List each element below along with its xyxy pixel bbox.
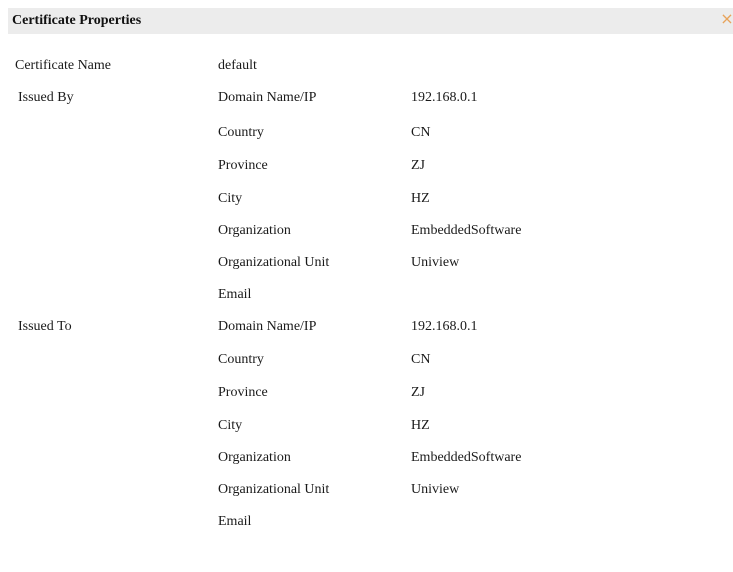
certificate-properties-dialog: Certificate Properties × Certificate Nam… xyxy=(0,0,733,572)
issued-by-city-label: City xyxy=(218,191,243,206)
issued-to-organization-label: Organization xyxy=(218,450,291,465)
issued-by-organization-value: EmbeddedSoftware xyxy=(411,223,522,238)
issued-to-org-unit-label: Organizational Unit xyxy=(218,482,330,497)
issued-to-domain-value: 192.168.0.1 xyxy=(411,319,478,334)
dialog-title: Certificate Properties xyxy=(12,13,142,28)
issued-by-label: Issued By xyxy=(18,90,74,105)
issued-to-country-value: CN xyxy=(411,352,431,367)
issued-to-email-label: Email xyxy=(218,514,252,529)
issued-by-country-label: Country xyxy=(218,125,264,140)
issued-by-country-value: CN xyxy=(411,125,431,140)
issued-to-label: Issued To xyxy=(18,319,72,334)
certificate-name-value: default xyxy=(218,58,257,73)
close-icon[interactable]: × xyxy=(719,10,733,28)
issued-by-email-label: Email xyxy=(218,287,252,302)
issued-by-domain-value: 192.168.0.1 xyxy=(411,90,478,105)
issued-by-province-value: ZJ xyxy=(411,158,425,173)
issued-by-domain-label: Domain Name/IP xyxy=(218,90,317,105)
issued-to-city-label: City xyxy=(218,418,243,433)
issued-by-org-unit-label: Organizational Unit xyxy=(218,255,330,270)
issued-by-organization-label: Organization xyxy=(218,223,291,238)
issued-by-org-unit-value: Uniview xyxy=(411,255,460,270)
issued-by-city-value: HZ xyxy=(411,191,430,206)
issued-to-organization-value: EmbeddedSoftware xyxy=(411,450,522,465)
issued-to-city-value: HZ xyxy=(411,418,430,433)
issued-to-domain-label: Domain Name/IP xyxy=(218,319,317,334)
dialog-title-bar: Certificate Properties × xyxy=(8,8,733,34)
issued-to-org-unit-value: Uniview xyxy=(411,482,460,497)
issued-by-province-label: Province xyxy=(218,158,268,173)
issued-to-country-label: Country xyxy=(218,352,264,367)
issued-to-province-label: Province xyxy=(218,385,268,400)
certificate-name-label: Certificate Name xyxy=(15,58,112,73)
issued-to-province-value: ZJ xyxy=(411,385,425,400)
